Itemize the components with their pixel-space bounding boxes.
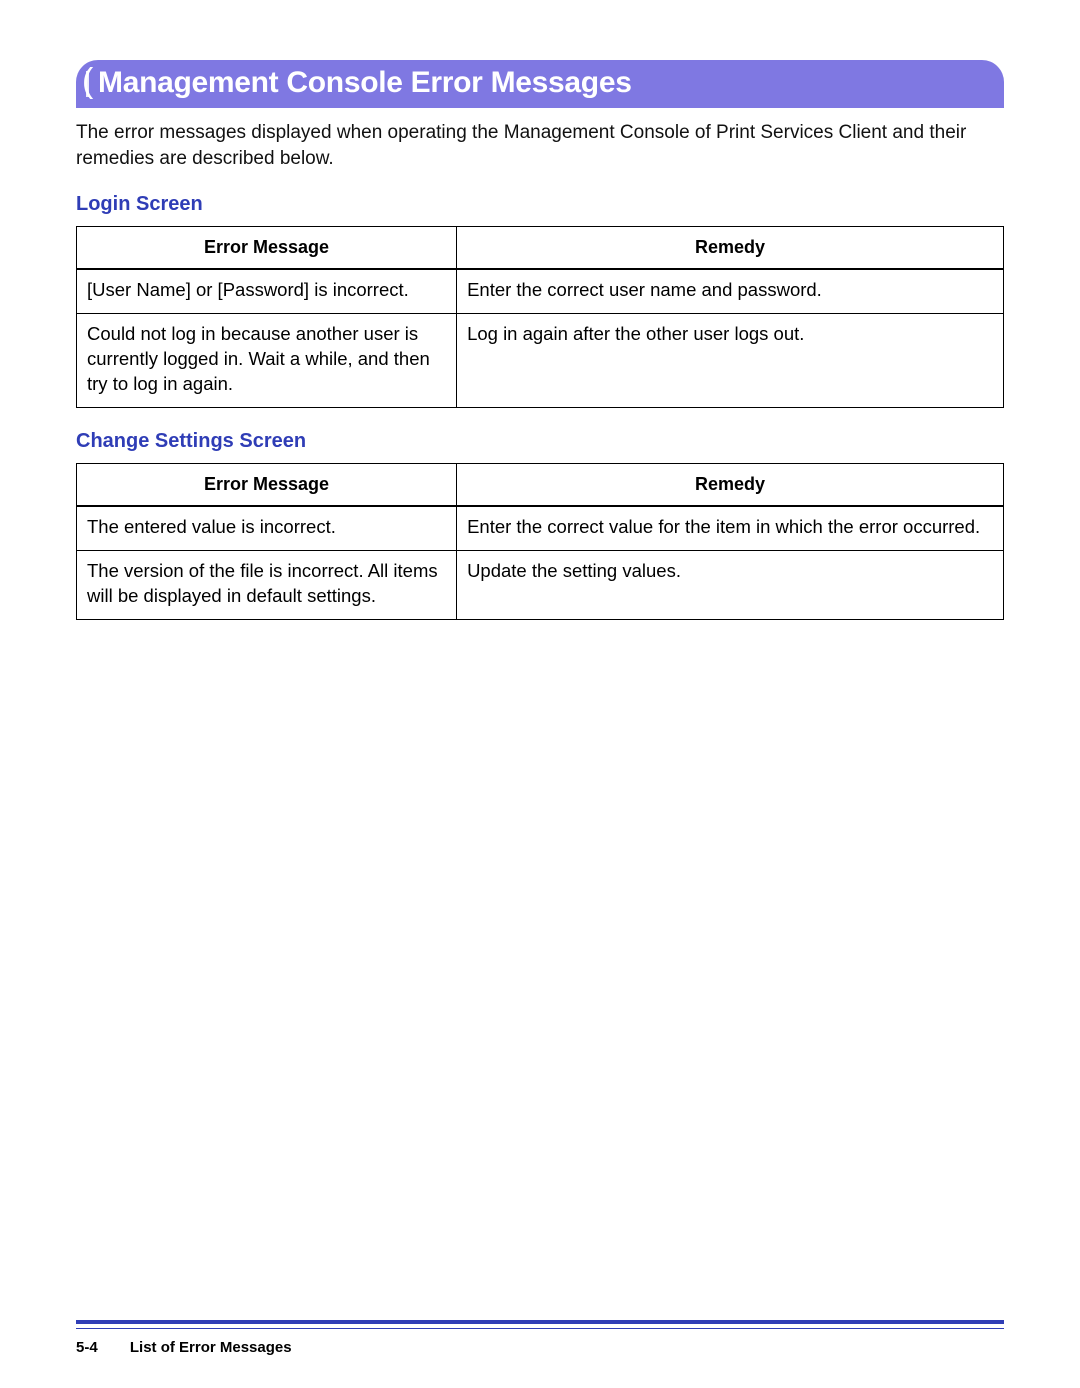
chapter-title: List of Error Messages	[130, 1339, 292, 1356]
section-heading-login: Login Screen	[76, 193, 1004, 216]
table-header-row: Error Message Remedy	[77, 464, 1004, 507]
cell-remedy: Enter the correct value for the item in …	[457, 506, 1004, 550]
page-banner: ( Management Console Error Messages	[76, 60, 1004, 108]
table-row: [User Name] or [Password] is incorrect. …	[77, 269, 1004, 313]
col-header-remedy: Remedy	[457, 227, 1004, 270]
table-row: The entered value is incorrect. Enter th…	[77, 506, 1004, 550]
footer-rule	[76, 1320, 1004, 1324]
cell-remedy: Enter the correct user name and password…	[457, 269, 1004, 313]
error-table-change-settings: Error Message Remedy The entered value i…	[76, 463, 1004, 620]
cell-remedy: Log in again after the other user logs o…	[457, 314, 1004, 408]
footer-text: 5-4 List of Error Messages	[76, 1339, 292, 1356]
page-number: 5-4	[76, 1339, 98, 1356]
section-heading-change-settings: Change Settings Screen	[76, 430, 1004, 453]
table-row: The version of the file is incorrect. Al…	[77, 551, 1004, 620]
intro-paragraph: The error messages displayed when operat…	[76, 120, 1004, 171]
cell-remedy: Update the setting values.	[457, 551, 1004, 620]
cell-error-message: [User Name] or [Password] is incorrect.	[77, 269, 457, 313]
banner-decor-paren: (	[82, 62, 93, 101]
error-table-login: Error Message Remedy [User Name] or [Pas…	[76, 226, 1004, 408]
col-header-error-message: Error Message	[77, 227, 457, 270]
col-header-remedy: Remedy	[457, 464, 1004, 507]
col-header-error-message: Error Message	[77, 464, 457, 507]
cell-error-message: The entered value is incorrect.	[77, 506, 457, 550]
cell-error-message: The version of the file is incorrect. Al…	[77, 551, 457, 620]
cell-error-message: Could not log in because another user is…	[77, 314, 457, 408]
table-row: Could not log in because another user is…	[77, 314, 1004, 408]
banner-title-text: Management Console Error Messages	[98, 66, 632, 99]
table-header-row: Error Message Remedy	[77, 227, 1004, 270]
